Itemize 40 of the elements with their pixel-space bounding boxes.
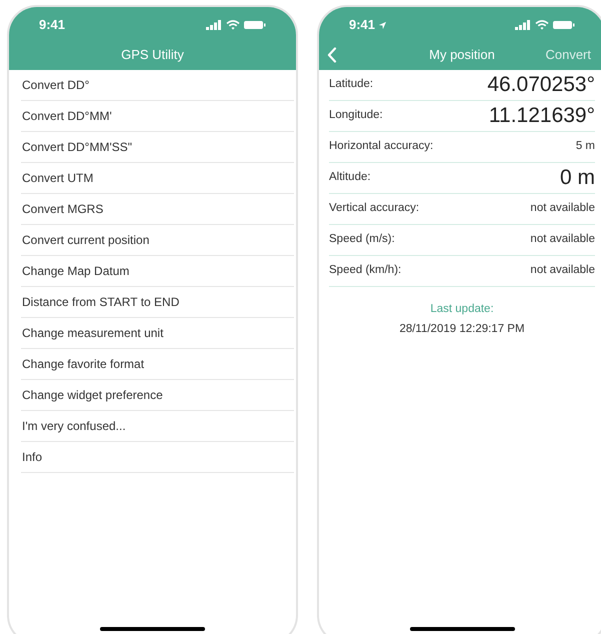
menu-item[interactable]: Convert MGRS bbox=[21, 194, 294, 225]
field-value: not available bbox=[530, 232, 595, 248]
field-value: 5 m bbox=[576, 139, 595, 154]
status-time: 9:41 bbox=[349, 16, 376, 34]
field-value: not available bbox=[530, 263, 595, 278]
menu-item[interactable]: Change widget preference bbox=[21, 380, 294, 411]
wifi-icon bbox=[226, 20, 240, 30]
status-time: 9:41 bbox=[39, 16, 66, 34]
field-value: 11.121639° bbox=[488, 103, 595, 130]
signal-icon bbox=[206, 20, 222, 30]
menu-item[interactable]: Convert UTM bbox=[21, 163, 294, 194]
field-label: Speed (m/s): bbox=[329, 232, 395, 248]
field-value: 46.070253° bbox=[487, 72, 595, 98]
nav-title: GPS Utility bbox=[121, 46, 184, 64]
field-label: Vertical accuracy: bbox=[329, 201, 420, 216]
field-label: Longitude: bbox=[329, 108, 383, 124]
battery-icon bbox=[553, 20, 575, 30]
menu-item[interactable]: Convert current position bbox=[21, 225, 294, 256]
back-chevron-icon[interactable] bbox=[327, 46, 337, 62]
field-value: 0 m bbox=[560, 165, 595, 192]
signal-icon bbox=[515, 20, 531, 30]
last-update-label: Last update: bbox=[430, 302, 494, 317]
last-update-time: 28/11/2019 12:29:17 PM bbox=[399, 322, 525, 338]
menu-item[interactable]: Distance from START to END bbox=[21, 287, 294, 318]
menu-item[interactable]: Info bbox=[21, 442, 294, 473]
field-label: Latitude: bbox=[329, 77, 374, 92]
field-value: not available bbox=[530, 201, 595, 216]
menu-item[interactable]: Convert DD° bbox=[21, 70, 294, 101]
nav-title: My position bbox=[429, 46, 495, 64]
field-label: Speed (km/h): bbox=[329, 263, 402, 278]
menu-item[interactable]: Convert DD°MM' bbox=[21, 101, 294, 132]
menu-item[interactable]: I'm very confused... bbox=[21, 411, 294, 442]
menu-item[interactable]: Change favorite format bbox=[21, 349, 294, 380]
wifi-icon bbox=[535, 20, 549, 30]
menu-item[interactable]: Change Map Datum bbox=[21, 256, 294, 287]
menu-item[interactable]: Change measurement unit bbox=[21, 318, 294, 349]
menu-item[interactable]: Convert DD°MM'SS" bbox=[21, 132, 294, 163]
field-label: Horizontal accuracy: bbox=[329, 139, 434, 154]
battery-icon bbox=[244, 20, 266, 30]
field-label: Altitude: bbox=[329, 170, 371, 186]
